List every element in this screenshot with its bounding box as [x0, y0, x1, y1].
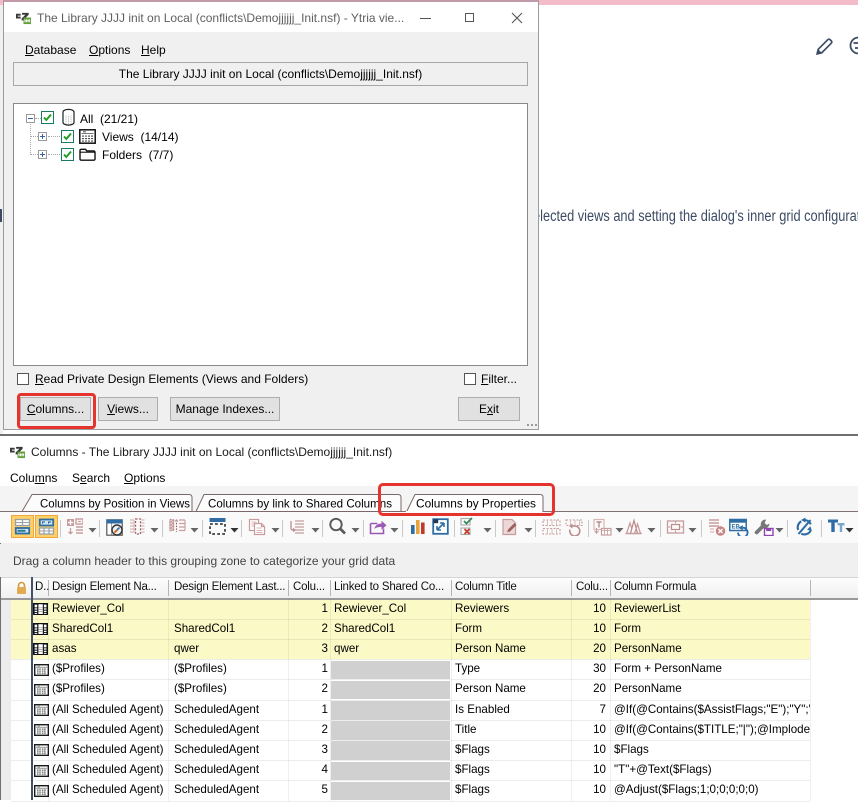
svg-text:Columns by link to Shared Colu: Columns by link to Shared Columns: [208, 497, 392, 511]
svg-text:Columns by Position in Views: Columns by Position in Views: [40, 497, 190, 511]
